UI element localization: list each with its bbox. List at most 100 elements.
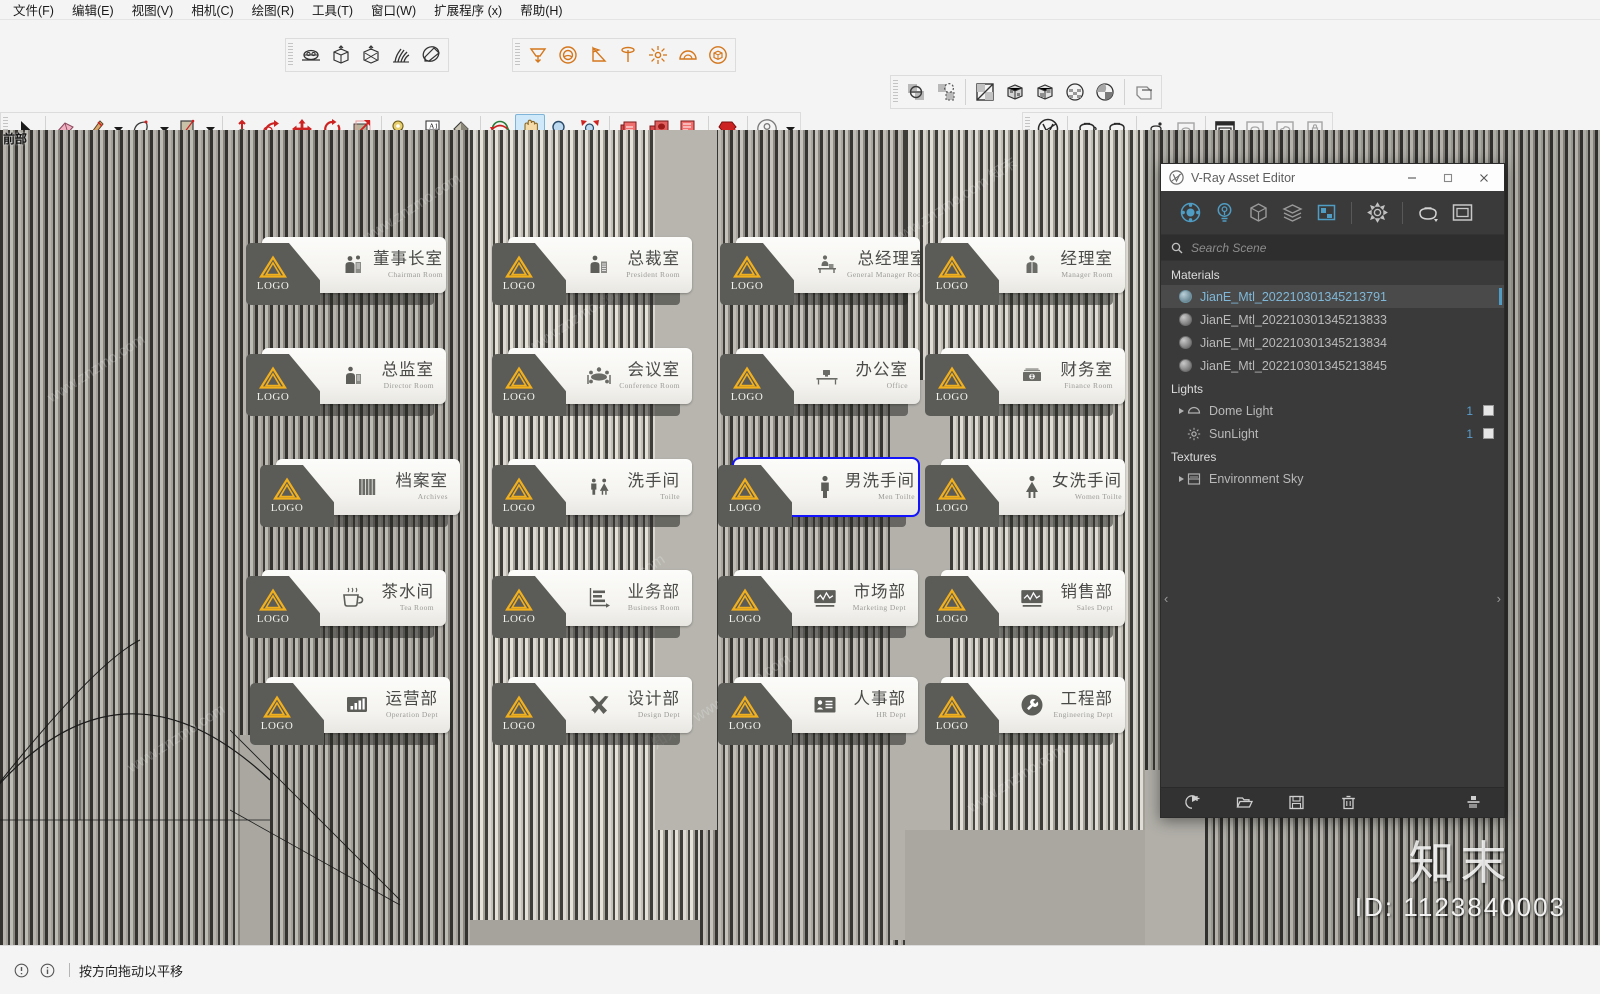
light-row[interactable]: Dome Light 1 bbox=[1161, 399, 1504, 422]
dome-light-icon[interactable] bbox=[673, 40, 703, 70]
sign-plate[interactable]: 总监室 Director Room LOGO bbox=[246, 348, 446, 416]
scene-overview-icon[interactable] bbox=[296, 40, 326, 70]
tab-geometry[interactable] bbox=[1241, 196, 1275, 230]
sign-plate[interactable]: 档案室 Archives LOGO bbox=[260, 459, 460, 527]
sign-plate[interactable]: 洗手间 Toilte LOGO bbox=[492, 459, 692, 527]
sphere-light-icon[interactable] bbox=[553, 40, 583, 70]
search-input[interactable] bbox=[1191, 240, 1494, 255]
close-button[interactable] bbox=[1466, 165, 1502, 190]
menu-extensions[interactable]: 扩展程序 (x) bbox=[425, 0, 511, 21]
sign-plate[interactable]: 女洗手间 Women Toilte LOGO bbox=[925, 459, 1125, 527]
sign-plate[interactable]: 男洗手间 Men Toilte LOGO bbox=[718, 457, 920, 527]
style-wireframe-icon[interactable] bbox=[1000, 77, 1030, 107]
sign-logo-text: LOGO bbox=[935, 613, 969, 625]
material-row[interactable]: JianE_Mtl_202210301345213845 bbox=[1161, 354, 1504, 377]
expand-arrow-icon[interactable] bbox=[1179, 475, 1184, 482]
sign-plate[interactable]: 运营部 Operation Dept LOGO bbox=[250, 677, 450, 745]
material-row[interactable]: JianE_Mtl_202210301345213791 bbox=[1161, 285, 1504, 308]
sign-plate[interactable]: 会议室 Conference Room LOGO bbox=[492, 348, 692, 416]
menu-help[interactable]: 帮助(H) bbox=[511, 0, 571, 21]
style-hiddenline-icon[interactable] bbox=[1030, 77, 1060, 107]
style-xray-icon[interactable] bbox=[970, 77, 1000, 107]
ies-light-icon[interactable] bbox=[613, 40, 643, 70]
light-enabled-checkbox[interactable] bbox=[1483, 428, 1494, 439]
sign-plate[interactable]: 办公室 Office LOGO bbox=[720, 348, 920, 416]
bar-chart-icon bbox=[344, 693, 370, 717]
rectangle-light-icon[interactable] bbox=[523, 40, 553, 70]
render-button[interactable] bbox=[1411, 196, 1445, 230]
toolbar-grip[interactable] bbox=[515, 43, 520, 67]
status-info-icon[interactable] bbox=[34, 963, 60, 978]
style-shaded-icon[interactable] bbox=[1060, 77, 1090, 107]
sign-content: 会议室 Conference Room bbox=[586, 348, 686, 404]
menu-draw[interactable]: 绘图(R) bbox=[243, 0, 303, 21]
tab-render-elements[interactable] bbox=[1275, 196, 1309, 230]
sign-title-en: Business Room bbox=[627, 603, 680, 613]
sign-plate[interactable]: 财务室 Finance Room LOGO bbox=[925, 348, 1125, 416]
material-row[interactable]: JianE_Mtl_202210301345213833 bbox=[1161, 308, 1504, 331]
add-asset-icon[interactable] bbox=[1177, 790, 1207, 816]
light-enabled-checkbox[interactable] bbox=[1483, 405, 1494, 416]
tab-textures[interactable] bbox=[1309, 196, 1343, 230]
menu-window[interactable]: 窗口(W) bbox=[362, 0, 425, 21]
open-folder-icon[interactable] bbox=[1229, 790, 1259, 816]
sign-plate[interactable]: 业务部 Business Room LOGO bbox=[492, 570, 692, 638]
menu-file[interactable]: 文件(F) bbox=[4, 0, 63, 21]
sign-content: 销售部 Sales Dept bbox=[1019, 570, 1119, 626]
toolbar-grip[interactable] bbox=[288, 43, 293, 67]
light-row[interactable]: SunLight 1 bbox=[1161, 422, 1504, 445]
toolbar-grip[interactable] bbox=[893, 80, 898, 104]
material-row[interactable]: JianE_Mtl_202210301345213834 bbox=[1161, 331, 1504, 354]
mesh-light-icon[interactable] bbox=[703, 40, 733, 70]
sign-plate[interactable]: 总裁室 President Room LOGO bbox=[492, 237, 692, 305]
collapse-right-icon[interactable]: › bbox=[1497, 591, 1501, 606]
maximize-button[interactable] bbox=[1430, 165, 1466, 190]
status-hint-icon[interactable] bbox=[8, 963, 34, 978]
sign-title-cn: 办公室 bbox=[855, 360, 908, 379]
minimize-button[interactable] bbox=[1394, 165, 1430, 190]
vray-asset-editor-panel[interactable]: V-Ray Asset Editor Search Scene ‹ › Mate… bbox=[1160, 163, 1505, 818]
frame-buffer-toggle[interactable] bbox=[1445, 196, 1479, 230]
tab-materials[interactable] bbox=[1173, 196, 1207, 230]
save-icon[interactable] bbox=[1281, 790, 1311, 816]
collapse-left-icon[interactable]: ‹ bbox=[1164, 591, 1168, 606]
material-paint-icon[interactable] bbox=[416, 40, 446, 70]
menu-view[interactable]: 视图(V) bbox=[123, 0, 183, 21]
sign-plate[interactable]: 人事部 HR Dept LOGO bbox=[718, 677, 918, 745]
warning-triangle-icon: LOGO bbox=[729, 588, 761, 626]
cube-import-icon[interactable] bbox=[356, 40, 386, 70]
menu-tools[interactable]: 工具(T) bbox=[303, 0, 362, 21]
sign-plate[interactable]: 设计部 Design Dept LOGO bbox=[492, 677, 692, 745]
sign-plate[interactable]: 工程部 Engineering Dept LOGO bbox=[925, 677, 1125, 745]
delete-icon[interactable] bbox=[1333, 790, 1363, 816]
sign-plate[interactable]: 茶水间 Tea Room LOGO bbox=[246, 570, 446, 638]
asset-list[interactable]: ‹ › Materials JianE_Mtl_20221030134521379… bbox=[1161, 261, 1504, 787]
sign-plate[interactable]: 董事长室 Chairman Room LOGO bbox=[246, 237, 446, 305]
cube-export-icon[interactable] bbox=[326, 40, 356, 70]
sign-plate[interactable]: 经理室 Manager Room LOGO bbox=[925, 237, 1125, 305]
sign-plate[interactable]: 总经理室 General Manager Room LOGO bbox=[720, 237, 920, 305]
sign-plate[interactable]: 销售部 Sales Dept LOGO bbox=[925, 570, 1125, 638]
archive-shelf-icon bbox=[354, 475, 380, 499]
solid-tools-union-icon[interactable] bbox=[901, 77, 931, 107]
purge-icon[interactable] bbox=[1458, 790, 1488, 816]
tab-lights[interactable] bbox=[1207, 196, 1241, 230]
vray-titlebar[interactable]: V-Ray Asset Editor bbox=[1161, 164, 1504, 191]
texture-row[interactable]: Environment Sky bbox=[1161, 467, 1504, 490]
solid-tools-split-icon[interactable] bbox=[931, 77, 961, 107]
search-scene-row[interactable] bbox=[1161, 235, 1504, 261]
menu-camera[interactable]: 相机(C) bbox=[182, 0, 242, 21]
expand-arrow-icon[interactable] bbox=[1179, 407, 1184, 414]
grass-icon[interactable] bbox=[386, 40, 416, 70]
sign-plate[interactable]: 市场部 Marketing Dept LOGO bbox=[718, 570, 918, 638]
sign-labels: 女洗手间 Women Toilte bbox=[1052, 472, 1125, 501]
omni-light-icon[interactable] bbox=[643, 40, 673, 70]
tab-settings[interactable] bbox=[1360, 196, 1394, 230]
viewport-camera-label: 前部 bbox=[3, 132, 28, 146]
sign-title-en: Sales Dept bbox=[1076, 603, 1113, 613]
spot-light-icon[interactable] bbox=[583, 40, 613, 70]
sign-title-en: Conference Room bbox=[619, 381, 680, 391]
menu-edit[interactable]: 编辑(E) bbox=[63, 0, 123, 21]
section-plane-icon[interactable] bbox=[1129, 77, 1159, 107]
style-textured-icon[interactable] bbox=[1090, 77, 1120, 107]
